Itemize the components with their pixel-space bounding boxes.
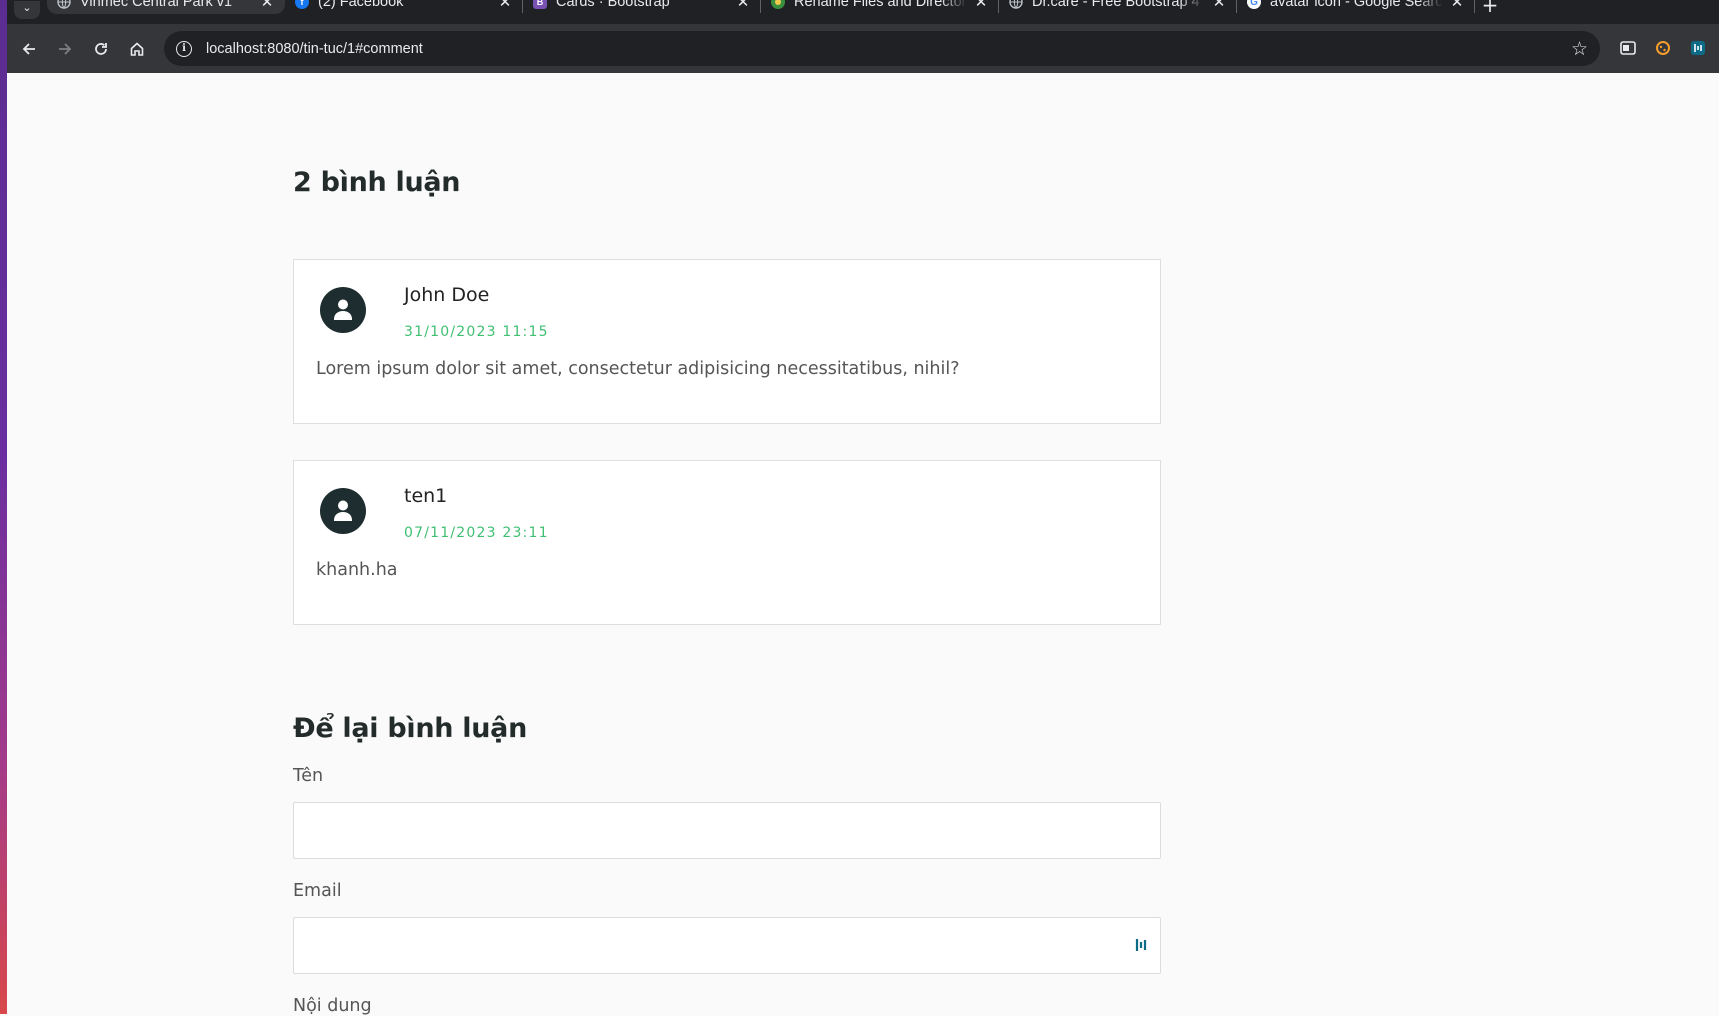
user-avatar-icon	[334, 299, 352, 320]
comment-body: khanh.ha	[316, 560, 398, 580]
tab-facebook[interactable]: f (2) Facebook ✕	[285, 0, 523, 14]
comment-date: 07/11/2023 23:11	[404, 525, 549, 541]
address-url[interactable]: localhost:8080/tin-tuc/1#comment	[206, 41, 1571, 57]
tab-title: Vinmec Central Park v1	[80, 0, 233, 10]
tab-title: Cards · Bootstrap	[556, 0, 670, 10]
user-avatar-icon	[334, 500, 352, 521]
comment-body: Lorem ipsum dolor sit amet, consectetur …	[316, 359, 960, 379]
chevron-down-icon: ⌄	[14, 1, 40, 19]
bootstrap-icon: B	[533, 0, 547, 9]
home-button[interactable]	[119, 31, 155, 67]
dashlane-extension-icon[interactable]	[1687, 37, 1709, 59]
close-icon[interactable]: ✕	[1211, 0, 1227, 11]
address-bar[interactable]: i localhost:8080/tin-tuc/1#comment ☆	[164, 31, 1600, 66]
cookie-extension-icon[interactable]	[1652, 37, 1674, 59]
name-field[interactable]	[293, 802, 1161, 859]
close-icon[interactable]: ✕	[259, 0, 275, 11]
home-icon	[130, 41, 144, 56]
tab-bootstrap-cards[interactable]: B Cards · Bootstrap ✕	[523, 0, 761, 14]
globe-icon	[1009, 0, 1023, 9]
site-info-icon[interactable]: i	[176, 40, 192, 57]
content-field-label: Nội dung	[293, 996, 372, 1016]
comment-card: John Doe 31/10/2023 11:15 Lorem ipsum do…	[293, 259, 1161, 424]
desktop-edge	[0, 0, 7, 1014]
comment-card: ten1 07/11/2023 23:11 khanh.ha	[293, 460, 1161, 625]
comment-author: ten1	[404, 485, 448, 507]
browser-tab-bar: ⌄ Vinmec Central Park v1 ✕ f (2) Faceboo…	[7, 0, 1719, 24]
tab-drcare[interactable]: Dr.care - Free Bootstrap 4 Template ✕	[999, 0, 1237, 14]
linux-icon	[771, 0, 785, 9]
comments-count-title: 2 bình luận	[293, 167, 461, 198]
email-field-label: Email	[293, 881, 342, 901]
avatar	[320, 287, 366, 333]
close-icon[interactable]: ✕	[1449, 0, 1465, 11]
tab-title: avatar icon - Google Search	[1270, 0, 1443, 10]
reload-icon	[95, 42, 107, 55]
tab-search-button[interactable]: ⌄	[7, 0, 47, 24]
back-button[interactable]	[11, 31, 47, 67]
close-icon[interactable]: ✕	[735, 0, 751, 11]
arrow-right-icon	[59, 42, 72, 55]
tab-title: Dr.care - Free Bootstrap 4 Template	[1032, 0, 1205, 10]
facebook-icon: f	[295, 0, 309, 9]
sidebar-panel-icon[interactable]	[1617, 37, 1639, 59]
new-tab-button[interactable]: +	[1475, 0, 1505, 24]
bookmark-star-icon[interactable]: ☆	[1571, 38, 1588, 60]
email-field-wrapper	[293, 917, 1161, 974]
tab-google-search[interactable]: G avatar icon - Google Search ✕	[1237, 0, 1475, 14]
arrow-left-icon	[22, 42, 35, 55]
tab-title: Rename Files and Directories	[794, 0, 967, 10]
comment-date: 31/10/2023 11:15	[404, 324, 549, 340]
comment-author: John Doe	[404, 284, 490, 306]
forward-button[interactable]	[47, 31, 83, 67]
email-field[interactable]	[293, 917, 1161, 974]
close-icon[interactable]: ✕	[497, 0, 513, 11]
close-icon[interactable]: ✕	[973, 0, 989, 11]
comment-form-title: Để lại bình luận	[293, 713, 528, 744]
globe-icon	[57, 0, 71, 9]
tab-vinmec[interactable]: Vinmec Central Park v1 ✕	[47, 0, 285, 14]
browser-toolbar: i localhost:8080/tin-tuc/1#comment ☆	[7, 24, 1719, 73]
dashlane-autofill-icon[interactable]	[1135, 937, 1149, 953]
reload-button[interactable]	[83, 31, 119, 67]
name-field-label: Tên	[293, 766, 324, 786]
tab-title: (2) Facebook	[318, 0, 404, 10]
google-icon: G	[1247, 0, 1261, 9]
tab-rename-files[interactable]: Rename Files and Directories ✕	[761, 0, 999, 14]
avatar	[320, 488, 366, 534]
